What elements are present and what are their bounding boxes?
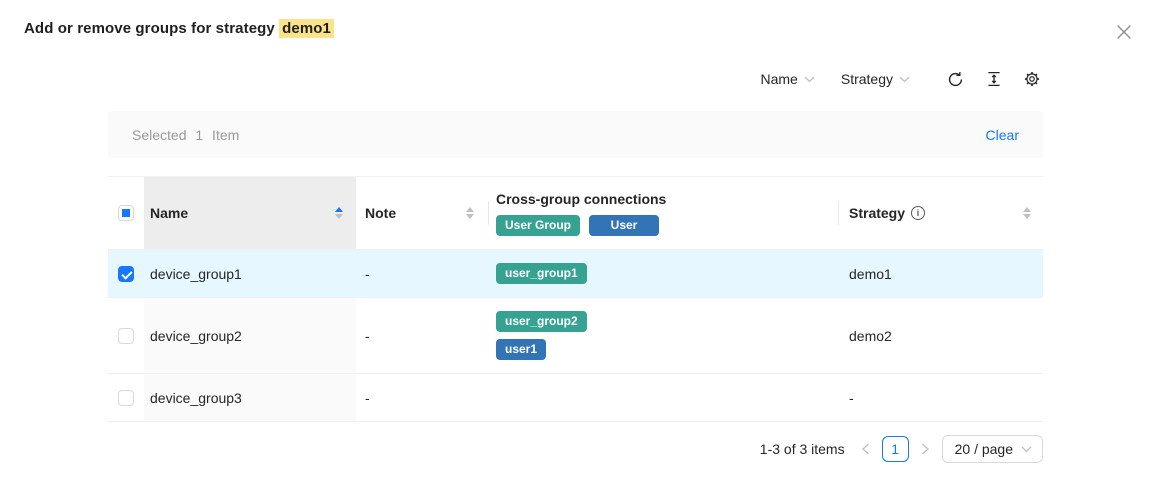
filter-strategy-label: Strategy <box>841 71 893 87</box>
page-size-select[interactable]: 20 / page <box>942 435 1043 463</box>
note-value: - <box>365 390 370 406</box>
sort-desc-icon <box>335 214 343 219</box>
row-strategy-cell: demo1 <box>838 250 1043 297</box>
sort-name-control[interactable] <box>335 207 343 219</box>
header-name-cell[interactable]: Name <box>144 177 356 249</box>
selection-bar: Selected 1 Item Clear <box>108 111 1043 158</box>
table-toolbar: Name Strategy <box>108 64 1043 94</box>
table-row[interactable]: device_group3 - - <box>108 374 1043 422</box>
row-checkbox-cell <box>108 298 144 373</box>
sort-desc-icon <box>466 214 474 219</box>
sort-asc-icon <box>466 207 474 212</box>
device-group-name: device_group3 <box>150 390 242 406</box>
row-connections-cell: user_group1 <box>488 250 838 297</box>
user-tag: user1 <box>496 339 546 360</box>
dialog-content: Name Strategy <box>108 64 1043 463</box>
table-row[interactable]: device_group2 - user_group2 user1 demo2 <box>108 298 1043 374</box>
row-height-icon[interactable] <box>983 68 1005 90</box>
note-value: - <box>365 328 370 344</box>
row-checkbox[interactable] <box>118 390 134 406</box>
dialog-header: Add or remove groups for strategy demo1 <box>0 0 1154 44</box>
pagination: 1-3 of 3 items 1 20 / page <box>108 435 1043 463</box>
table-header-row: Name Note Cross-group connections User G… <box>108 176 1043 250</box>
row-checkbox-cell <box>108 374 144 421</box>
filter-name-label: Name <box>761 71 798 87</box>
sort-strategy-control[interactable] <box>1023 207 1031 219</box>
strategy-name-highlight: demo1 <box>279 19 334 38</box>
table-row[interactable]: device_group1 - user_group1 demo1 <box>108 250 1043 298</box>
connections-legend: User Group User <box>496 215 838 236</box>
settings-gear-icon[interactable] <box>1021 68 1043 90</box>
filter-name-dropdown[interactable]: Name <box>761 71 815 87</box>
row-connections-cell: user_group2 user1 <box>488 298 838 373</box>
page-number-button[interactable]: 1 <box>882 436 909 462</box>
sort-desc-icon <box>1023 214 1031 219</box>
device-group-name: device_group1 <box>150 266 242 282</box>
strategy-value: demo2 <box>849 328 892 344</box>
strategy-value: - <box>849 390 854 406</box>
column-header-note: Note <box>365 205 396 221</box>
legend-user-group-badge: User Group <box>496 215 580 236</box>
row-note-cell: - <box>356 374 488 421</box>
row-strategy-cell: - <box>838 374 1043 421</box>
chevron-down-icon <box>899 76 910 83</box>
user-group-tag: user_group1 <box>496 263 587 284</box>
groups-table: Name Note Cross-group connections User G… <box>108 176 1043 422</box>
next-page-icon[interactable] <box>919 439 932 459</box>
row-note-cell: - <box>356 250 488 297</box>
column-header-connections: Cross-group connections <box>496 191 838 207</box>
row-name-cell: device_group1 <box>144 250 356 297</box>
close-icon[interactable] <box>1112 20 1136 44</box>
sort-note-control[interactable] <box>466 207 474 219</box>
header-connections-cell: Cross-group connections User Group User <box>488 177 838 249</box>
row-checkbox[interactable] <box>118 266 134 282</box>
row-note-cell: - <box>356 298 488 373</box>
chevron-down-icon <box>804 76 815 83</box>
user-group-tag: user_group2 <box>496 311 587 332</box>
refresh-icon[interactable] <box>944 68 967 91</box>
strategy-value: demo1 <box>849 266 892 282</box>
page-title-text: Add or remove groups for strategy <box>24 20 279 37</box>
chevron-down-icon <box>1021 446 1032 453</box>
header-note-cell[interactable]: Note <box>356 177 488 249</box>
row-checkbox-cell <box>108 250 144 297</box>
selection-summary: Selected 1 Item <box>132 127 239 143</box>
legend-user-badge: User <box>589 215 659 236</box>
row-strategy-cell: demo2 <box>838 298 1043 373</box>
select-all-checkbox[interactable] <box>118 205 134 221</box>
filter-strategy-dropdown[interactable]: Strategy <box>841 71 910 87</box>
page-size-value: 20 / page <box>955 441 1013 457</box>
row-name-cell: device_group2 <box>144 298 356 373</box>
prev-page-icon[interactable] <box>859 439 872 459</box>
device-group-name: device_group2 <box>150 328 242 344</box>
row-connections-cell <box>488 374 838 421</box>
row-checkbox[interactable] <box>118 328 134 344</box>
toolbar-icon-group <box>944 68 1043 91</box>
pagination-total: 1-3 of 3 items <box>760 441 845 457</box>
header-strategy-cell[interactable]: Strategy i <box>838 177 1043 249</box>
column-header-strategy: Strategy <box>849 205 905 221</box>
page-title: Add or remove groups for strategy demo1 <box>24 20 334 37</box>
column-header-name: Name <box>150 205 188 221</box>
note-value: - <box>365 266 370 282</box>
row-name-cell: device_group3 <box>144 374 356 421</box>
clear-selection-link[interactable]: Clear <box>986 127 1019 143</box>
info-icon[interactable]: i <box>911 206 925 220</box>
sort-asc-icon <box>1023 207 1031 212</box>
sort-asc-icon <box>335 207 343 212</box>
header-select-all-cell <box>108 177 144 249</box>
